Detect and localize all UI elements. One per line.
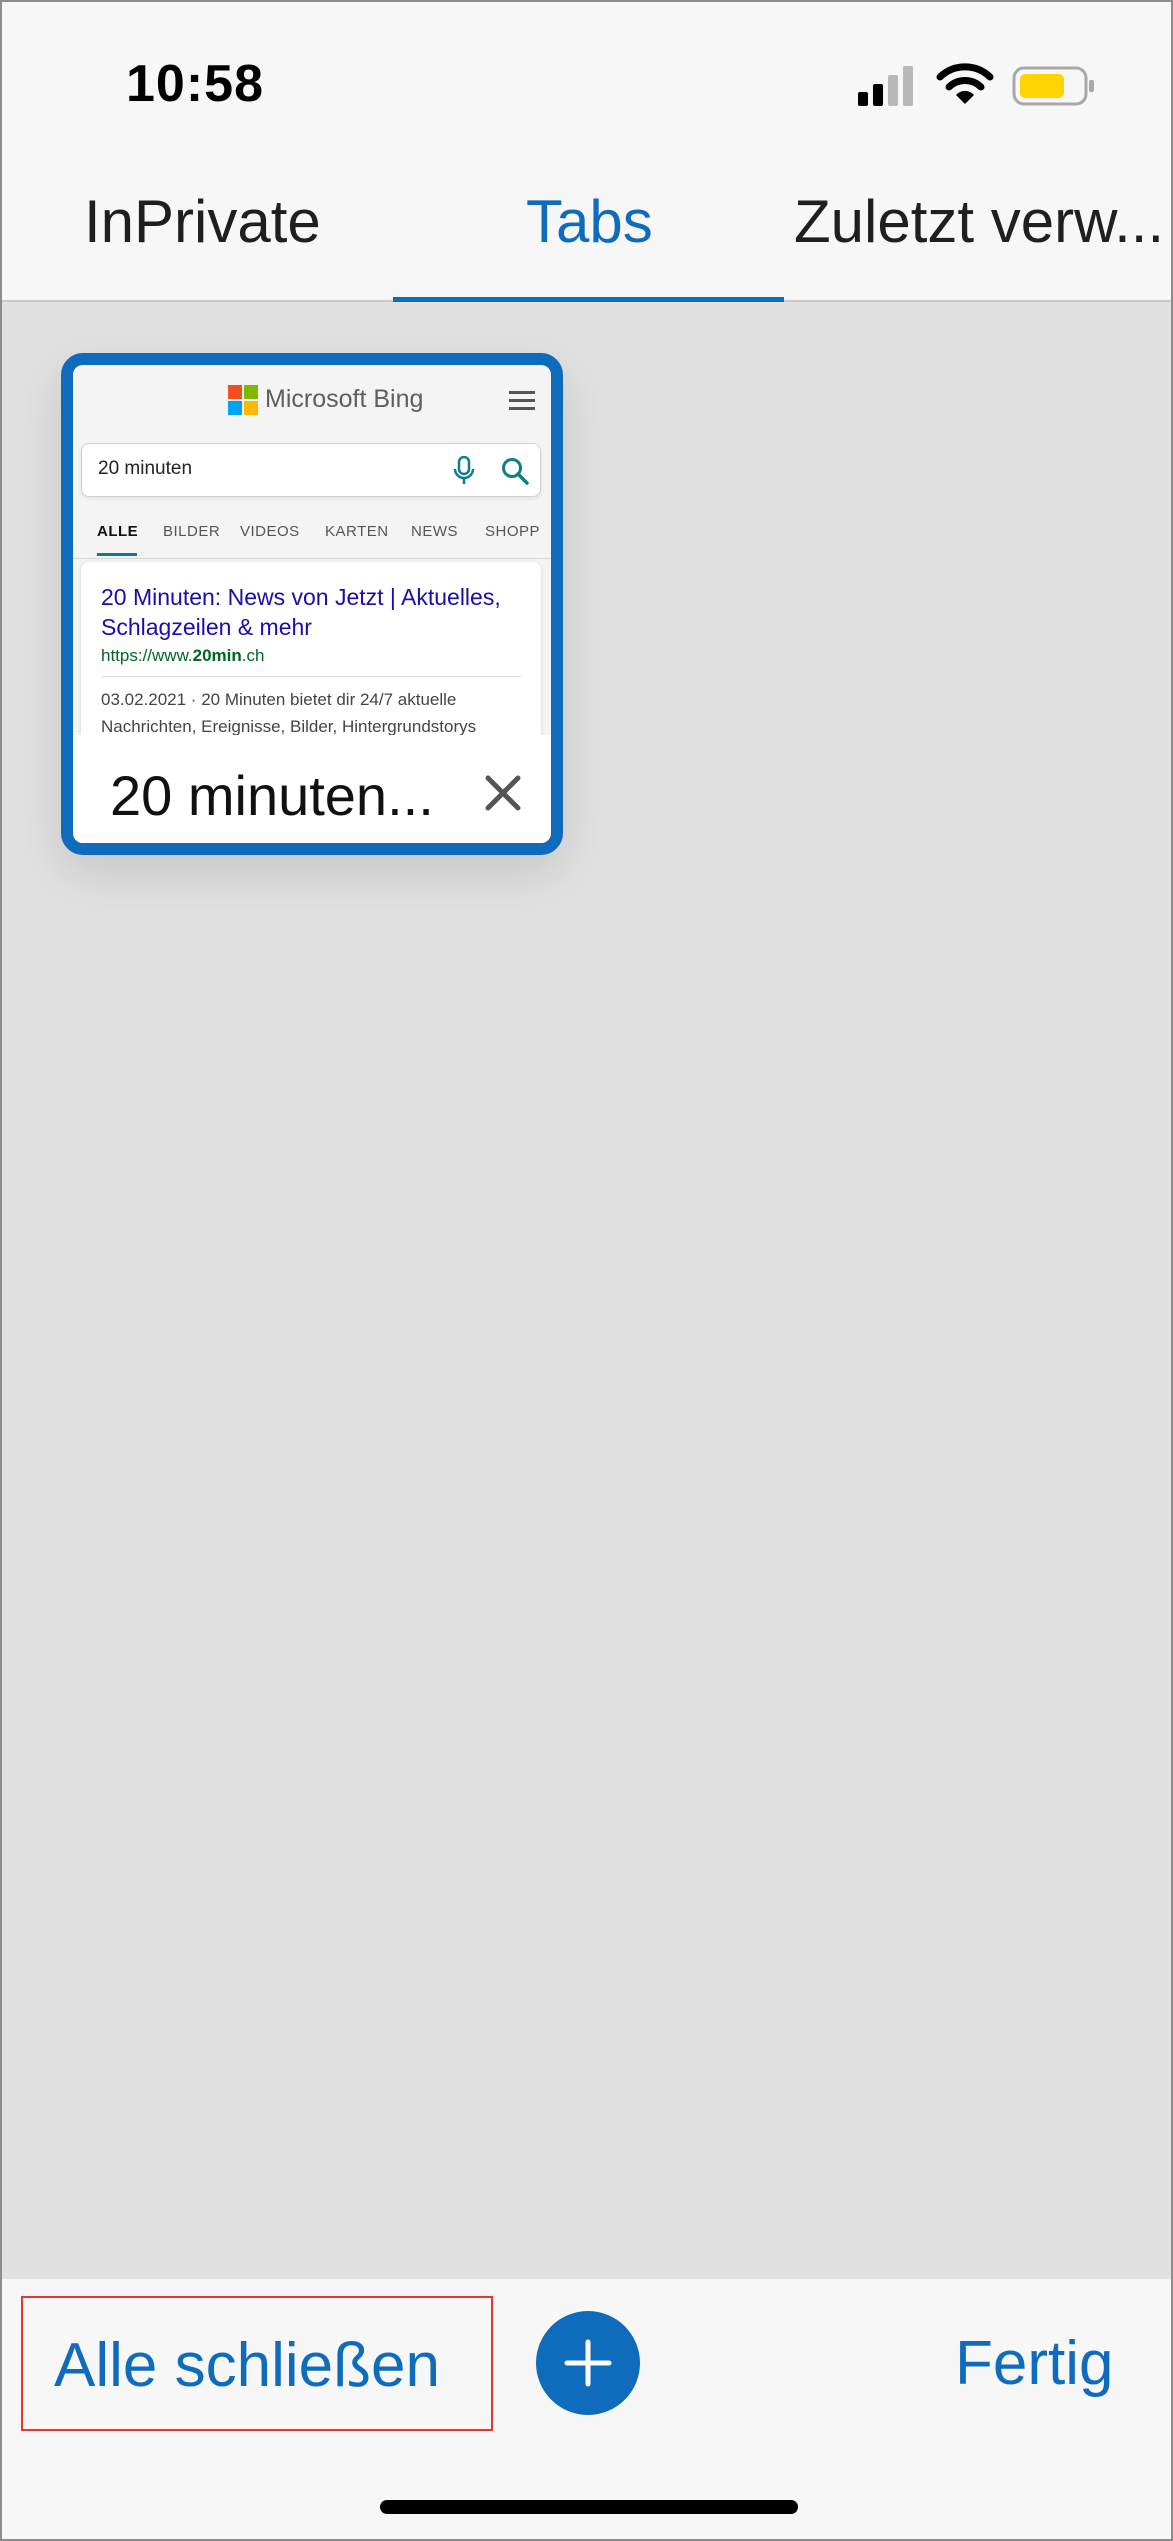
- preview-result-title: 20 Minuten: News von Jetzt | Aktuelles, …: [101, 584, 501, 640]
- preview-result-divider: [101, 676, 521, 677]
- microphone-icon: [453, 456, 475, 484]
- close-all-label: Alle schließen: [54, 2331, 440, 2400]
- tab-preview[interactable]: Microsoft Bing 20 minuten ALLE BILDER VI…: [73, 365, 551, 735]
- preview-nav-item: NEWS: [411, 523, 458, 540]
- tab-recently-closed[interactable]: Zuletzt verw...: [794, 187, 1164, 257]
- hamburger-menu-icon: [509, 391, 535, 411]
- preview-result-url-prefix: https://www.: [101, 646, 193, 665]
- tab-card[interactable]: Microsoft Bing 20 minuten ALLE BILDER VI…: [61, 353, 563, 855]
- preview-divider: [73, 558, 551, 559]
- preview-nav-item: SHOPP: [485, 523, 541, 540]
- microsoft-logo-icon: [228, 385, 259, 416]
- preview-result-url: https://www.20min.ch: [101, 646, 264, 666]
- close-icon[interactable]: [483, 773, 523, 813]
- preview-result-card: 20 Minuten: News von Jetzt | Aktuelles, …: [81, 562, 541, 735]
- preview-result-url-suffix: .ch: [241, 646, 265, 665]
- tab-tabs[interactable]: Tabs: [526, 187, 653, 257]
- preview-search-query: 20 minuten: [98, 458, 193, 479]
- preview-search-box: 20 minuten: [81, 443, 541, 497]
- preview-nav-item: BILDER: [163, 523, 221, 540]
- new-tab-button[interactable]: [536, 2311, 640, 2415]
- tab-switcher-screen: 10:58 InPrivate Tabs Zuletzt verw... Mic…: [0, 0, 1173, 2541]
- plus-icon: [564, 2339, 612, 2387]
- close-all-button[interactable]: Alle schließen: [21, 2296, 493, 2431]
- tab-title: 20 minuten...: [110, 764, 434, 827]
- header: 10:58 InPrivate Tabs Zuletzt verw...: [2, 2, 1171, 302]
- signal-icon: [858, 66, 913, 106]
- home-indicator[interactable]: [380, 2500, 798, 2514]
- preview-result-url-bold: 20min: [192, 646, 242, 665]
- tab-card-footer: 20 minuten...: [73, 735, 551, 843]
- bing-brand: Microsoft Bing: [265, 385, 424, 413]
- tab-inprivate[interactable]: InPrivate: [84, 187, 321, 257]
- preview-nav-underline: [97, 553, 137, 556]
- active-tab-indicator: [393, 297, 784, 302]
- preview-nav: ALLE BILDER VIDEOS KARTEN NEWS SHOPP: [97, 523, 551, 553]
- preview-nav-item: ALLE: [97, 523, 139, 540]
- search-icon: [502, 458, 529, 485]
- status-time: 10:58: [126, 55, 264, 113]
- preview-nav-item: KARTEN: [325, 523, 389, 540]
- wifi-icon: [936, 63, 994, 104]
- preview-result-snippet: 03.02.2021 · 20 Minuten bietet dir 24/7 …: [101, 690, 477, 735]
- battery-icon: [1012, 66, 1094, 106]
- preview-nav-item: VIDEOS: [240, 523, 300, 540]
- done-button[interactable]: Fertig: [955, 2328, 1113, 2399]
- bing-header: Microsoft Bing: [73, 385, 551, 425]
